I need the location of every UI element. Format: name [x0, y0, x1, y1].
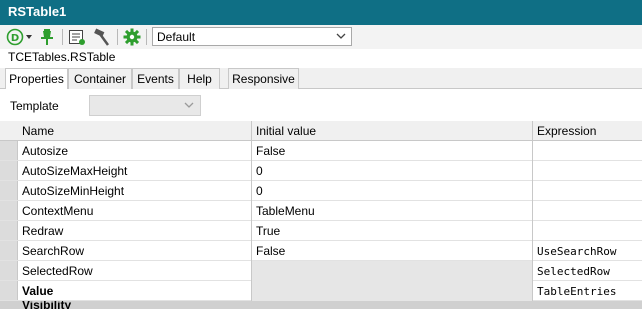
property-name: Value: [18, 281, 252, 301]
expression-value[interactable]: UseSearchRow: [533, 241, 642, 261]
preset-value: Default: [157, 30, 196, 44]
initial-value[interactable]: 0: [252, 161, 533, 181]
table-row[interactable]: Redraw True: [0, 221, 642, 241]
table-row[interactable]: SelectedRow SelectedRow: [0, 261, 642, 281]
property-name: Autosize: [18, 141, 252, 161]
template-dropdown[interactable]: [89, 95, 201, 116]
window-title: RSTable1: [0, 0, 642, 25]
preset-dropdown[interactable]: Default: [152, 27, 352, 46]
table-row[interactable]: SearchRow False UseSearchRow: [0, 241, 642, 261]
property-name: AutoSizeMaxHeight: [18, 161, 252, 181]
property-name: SearchRow: [18, 241, 252, 261]
tab-container[interactable]: Container: [68, 68, 132, 89]
class-name-label: TCETables.RSTable: [8, 50, 116, 64]
expression-value[interactable]: [533, 201, 642, 221]
chevron-down-icon: [183, 98, 195, 115]
toolbar-separator: [117, 29, 118, 45]
initial-value[interactable]: 0: [252, 181, 533, 201]
template-row: Template: [0, 89, 642, 121]
hammer-icon[interactable]: [91, 27, 113, 47]
expression-value[interactable]: SelectedRow: [533, 261, 642, 281]
table-row[interactable]: AutoSizeMinHeight 0: [0, 181, 642, 201]
template-label: Template: [10, 99, 59, 113]
initial-value: [252, 281, 533, 301]
expression-value[interactable]: [533, 141, 642, 161]
svg-text:D: D: [11, 33, 19, 44]
tab-properties[interactable]: Properties: [5, 68, 68, 90]
property-name: ContextMenu: [18, 201, 252, 221]
expression-value[interactable]: [533, 181, 642, 201]
expression-value[interactable]: [533, 221, 642, 241]
column-header-initial-value[interactable]: Initial value: [252, 121, 533, 141]
initial-value[interactable]: False: [252, 141, 533, 161]
table-row[interactable]: ContextMenu TableMenu: [0, 201, 642, 221]
tab-bar: Properties Container Events Help Respons…: [0, 68, 642, 90]
property-name: AutoSizeMinHeight: [18, 181, 252, 201]
grid-header: Name Initial value Expression: [0, 121, 642, 141]
d-menu-icon[interactable]: D: [6, 27, 34, 47]
tab-events[interactable]: Events: [132, 68, 179, 89]
table-row[interactable]: Value TableEntries: [0, 281, 642, 301]
tab-help[interactable]: Help: [179, 68, 220, 89]
initial-value[interactable]: TableMenu: [252, 201, 533, 221]
expression-value[interactable]: [533, 161, 642, 181]
section-header[interactable]: Visibility: [0, 301, 642, 309]
expression-value[interactable]: TableEntries: [533, 281, 642, 301]
initial-value: [252, 261, 533, 281]
list-icon[interactable]: [67, 27, 87, 47]
column-header-name[interactable]: Name: [18, 121, 252, 141]
property-name: SelectedRow: [18, 261, 252, 281]
table-row[interactable]: AutoSizeMaxHeight 0: [0, 161, 642, 181]
chevron-down-icon: [335, 29, 347, 46]
toolbar-separator: [146, 29, 147, 45]
table-row[interactable]: Autosize False: [0, 141, 642, 161]
section-label: Visibility: [22, 301, 72, 309]
property-name: Redraw: [18, 221, 252, 241]
gear-icon[interactable]: [122, 27, 142, 47]
tab-responsive[interactable]: Responsive: [228, 68, 299, 89]
toolbar-separator: [62, 29, 63, 45]
initial-value[interactable]: False: [252, 241, 533, 261]
initial-value[interactable]: True: [252, 221, 533, 241]
column-header-expression[interactable]: Expression: [533, 121, 642, 141]
pin-icon[interactable]: [38, 27, 56, 47]
property-grid: Name Initial value Expression Autosize F…: [0, 121, 642, 309]
